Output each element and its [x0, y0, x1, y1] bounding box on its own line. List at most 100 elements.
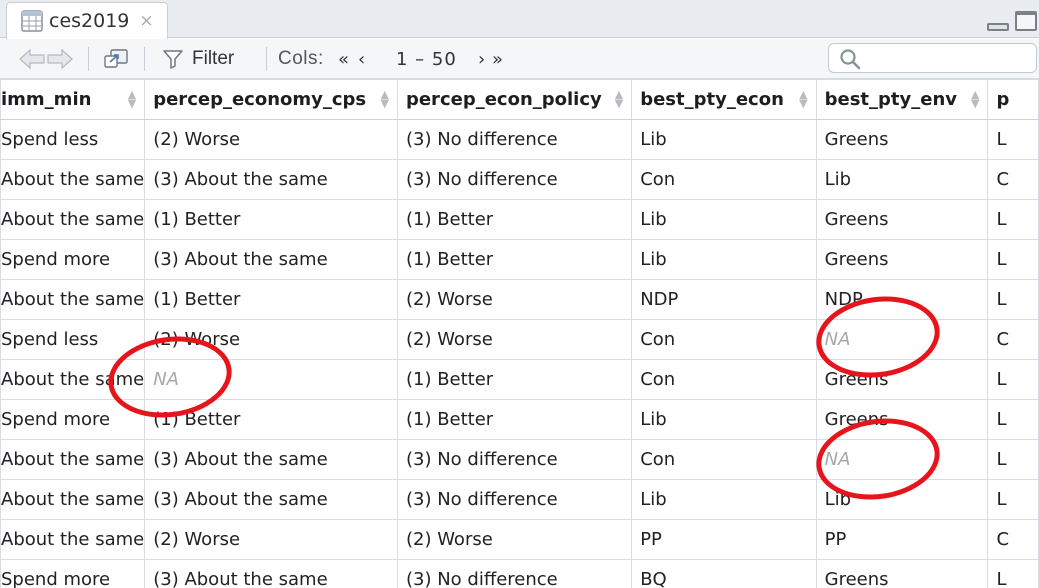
table-cell[interactable]: Lib — [631, 239, 817, 280]
table-cell[interactable]: C — [987, 319, 1039, 360]
search-input[interactable] — [869, 48, 1029, 68]
table-cell[interactable]: (3) No difference — [396, 119, 633, 160]
table-cell[interactable]: L — [987, 279, 1039, 320]
table-cell[interactable]: Lib — [815, 159, 989, 200]
table-cell[interactable]: (3) No difference — [396, 159, 633, 200]
arrow-right-icon[interactable] — [47, 48, 73, 70]
table-cell[interactable]: L — [987, 239, 1039, 280]
table-cell[interactable]: (3) About the same — [144, 439, 398, 480]
table-row[interactable]: About the same (1) Better (1) Better Lib Gre… — [0, 199, 1039, 240]
sort-icon[interactable]: ▲ ▼ — [381, 89, 389, 109]
table-cell[interactable]: (2) Worse — [396, 519, 633, 560]
table-cell[interactable]: About the same — [0, 159, 146, 200]
table-cell[interactable]: Con — [631, 439, 817, 480]
table-cell[interactable]: (3) No difference — [396, 439, 633, 480]
column-header[interactable]: p — [987, 79, 1039, 120]
minimize-pane-icon[interactable] — [987, 23, 1009, 31]
table-row[interactable]: About the same (2) Worse (2) Worse PP PP C — [0, 519, 1039, 560]
table-cell[interactable]: NDP — [631, 279, 817, 320]
table-cell[interactable]: NA — [815, 439, 989, 480]
table-cell[interactable]: (3) No difference — [396, 479, 633, 520]
table-cell[interactable]: Greens — [815, 239, 989, 280]
table-cell[interactable]: NA — [815, 319, 989, 360]
first-columns-button[interactable]: « — [338, 39, 349, 79]
column-header[interactable]: percep_economy_cps ▲ ▼ — [144, 79, 398, 120]
table-cell[interactable]: (1) Better — [396, 399, 633, 440]
table-cell[interactable]: Spend more — [0, 559, 146, 588]
close-icon[interactable]: × — [139, 11, 153, 31]
sort-icon[interactable]: ▲ ▼ — [971, 89, 979, 109]
table-cell[interactable]: C — [987, 159, 1039, 200]
table-cell[interactable]: Spend more — [0, 399, 146, 440]
table-cell[interactable]: (3) About the same — [144, 159, 398, 200]
filter-button[interactable]: Filter — [162, 39, 234, 79]
table-cell[interactable]: Lib — [631, 199, 817, 240]
table-cell[interactable]: BQ — [631, 559, 817, 588]
column-header[interactable]: best_pty_econ ▲ ▼ — [631, 79, 817, 120]
table-cell[interactable]: (1) Better — [144, 279, 398, 320]
table-cell[interactable]: (1) Better — [396, 239, 633, 280]
table-cell[interactable]: Con — [631, 159, 817, 200]
table-cell[interactable]: Lib — [631, 399, 817, 440]
table-cell[interactable]: L — [987, 399, 1039, 440]
table-row[interactable]: Spend less (2) Worse (3) No difference Lib G… — [0, 119, 1039, 160]
table-cell[interactable]: Spend more — [0, 239, 146, 280]
table-row[interactable]: About the same (3) About the same (3) No d… — [0, 479, 1039, 520]
table-cell[interactable]: About the same — [0, 519, 146, 560]
table-cell[interactable]: Greens — [815, 199, 989, 240]
table-cell[interactable]: L — [987, 119, 1039, 160]
table-row[interactable]: About the same NA (1) Better Con Greens L — [0, 359, 1039, 400]
column-header[interactable]: best_pty_env ▲ ▼ — [815, 79, 989, 120]
table-cell[interactable]: L — [987, 359, 1039, 400]
table-cell[interactable]: NA — [144, 359, 398, 400]
table-cell[interactable]: About the same — [0, 479, 146, 520]
maximize-pane-icon[interactable] — [1015, 11, 1037, 31]
table-row[interactable]: About the same (1) Better (2) Worse NDP NDP L — [0, 279, 1039, 320]
table-cell[interactable]: About the same — [0, 439, 146, 480]
table-cell[interactable]: About the same — [0, 199, 146, 240]
table-cell[interactable]: Lib — [815, 479, 989, 520]
last-columns-button[interactable]: » — [492, 39, 503, 79]
tab-ces2019[interactable]: ces2019 × — [6, 2, 168, 39]
table-cell[interactable]: NDP — [815, 279, 989, 320]
table-cell[interactable]: About the same — [0, 359, 146, 400]
table-cell[interactable]: Con — [631, 319, 817, 360]
table-cell[interactable]: Spend less — [0, 319, 146, 360]
table-cell[interactable]: C — [987, 519, 1039, 560]
popout-button[interactable] — [102, 39, 130, 79]
table-cell[interactable]: L — [987, 559, 1039, 588]
table-cell[interactable]: (1) Better — [396, 199, 633, 240]
table-cell[interactable]: Greens — [815, 559, 989, 588]
table-cell[interactable]: L — [987, 439, 1039, 480]
table-cell[interactable]: (3) About the same — [144, 239, 398, 280]
column-header[interactable]: imm_min ▲ ▼ — [0, 79, 146, 120]
sort-icon[interactable]: ▲ ▼ — [799, 89, 807, 109]
table-row[interactable]: About the same (3) About the same (3) No d… — [0, 439, 1039, 480]
table-cell[interactable]: (2) Worse — [396, 319, 633, 360]
table-cell[interactable]: (2) Worse — [144, 519, 398, 560]
table-row[interactable]: Spend less (2) Worse (2) Worse Con NA C — [0, 319, 1039, 360]
column-header[interactable]: percep_econ_policy ▲ ▼ — [396, 79, 633, 120]
table-row[interactable]: About the same (3) About the same (3) No d… — [0, 159, 1039, 200]
table-row[interactable]: Spend more (3) About the same (1) Better Li… — [0, 239, 1039, 280]
table-cell[interactable]: About the same — [0, 279, 146, 320]
table-cell[interactable]: Lib — [631, 479, 817, 520]
search-box[interactable] — [828, 43, 1037, 73]
table-row[interactable]: Spend more (1) Better (1) Better Lib Greens L — [0, 399, 1039, 440]
table-cell[interactable]: Greens — [815, 119, 989, 160]
table-cell[interactable]: (2) Worse — [396, 279, 633, 320]
table-cell[interactable]: (3) No difference — [396, 559, 633, 588]
table-cell[interactable]: Con — [631, 359, 817, 400]
sort-icon[interactable]: ▲ ▼ — [128, 89, 136, 109]
table-cell[interactable]: Spend less — [0, 119, 146, 160]
sort-icon[interactable]: ▲ ▼ — [615, 89, 623, 109]
table-cell[interactable]: (1) Better — [396, 359, 633, 400]
table-cell[interactable]: PP — [631, 519, 817, 560]
table-cell[interactable]: Greens — [815, 399, 989, 440]
table-cell[interactable]: PP — [815, 519, 989, 560]
table-cell[interactable]: (2) Worse — [144, 119, 398, 160]
next-columns-button[interactable]: › — [478, 39, 485, 79]
table-cell[interactable]: L — [987, 479, 1039, 520]
table-cell[interactable]: Greens — [815, 359, 989, 400]
table-cell[interactable]: L — [987, 199, 1039, 240]
